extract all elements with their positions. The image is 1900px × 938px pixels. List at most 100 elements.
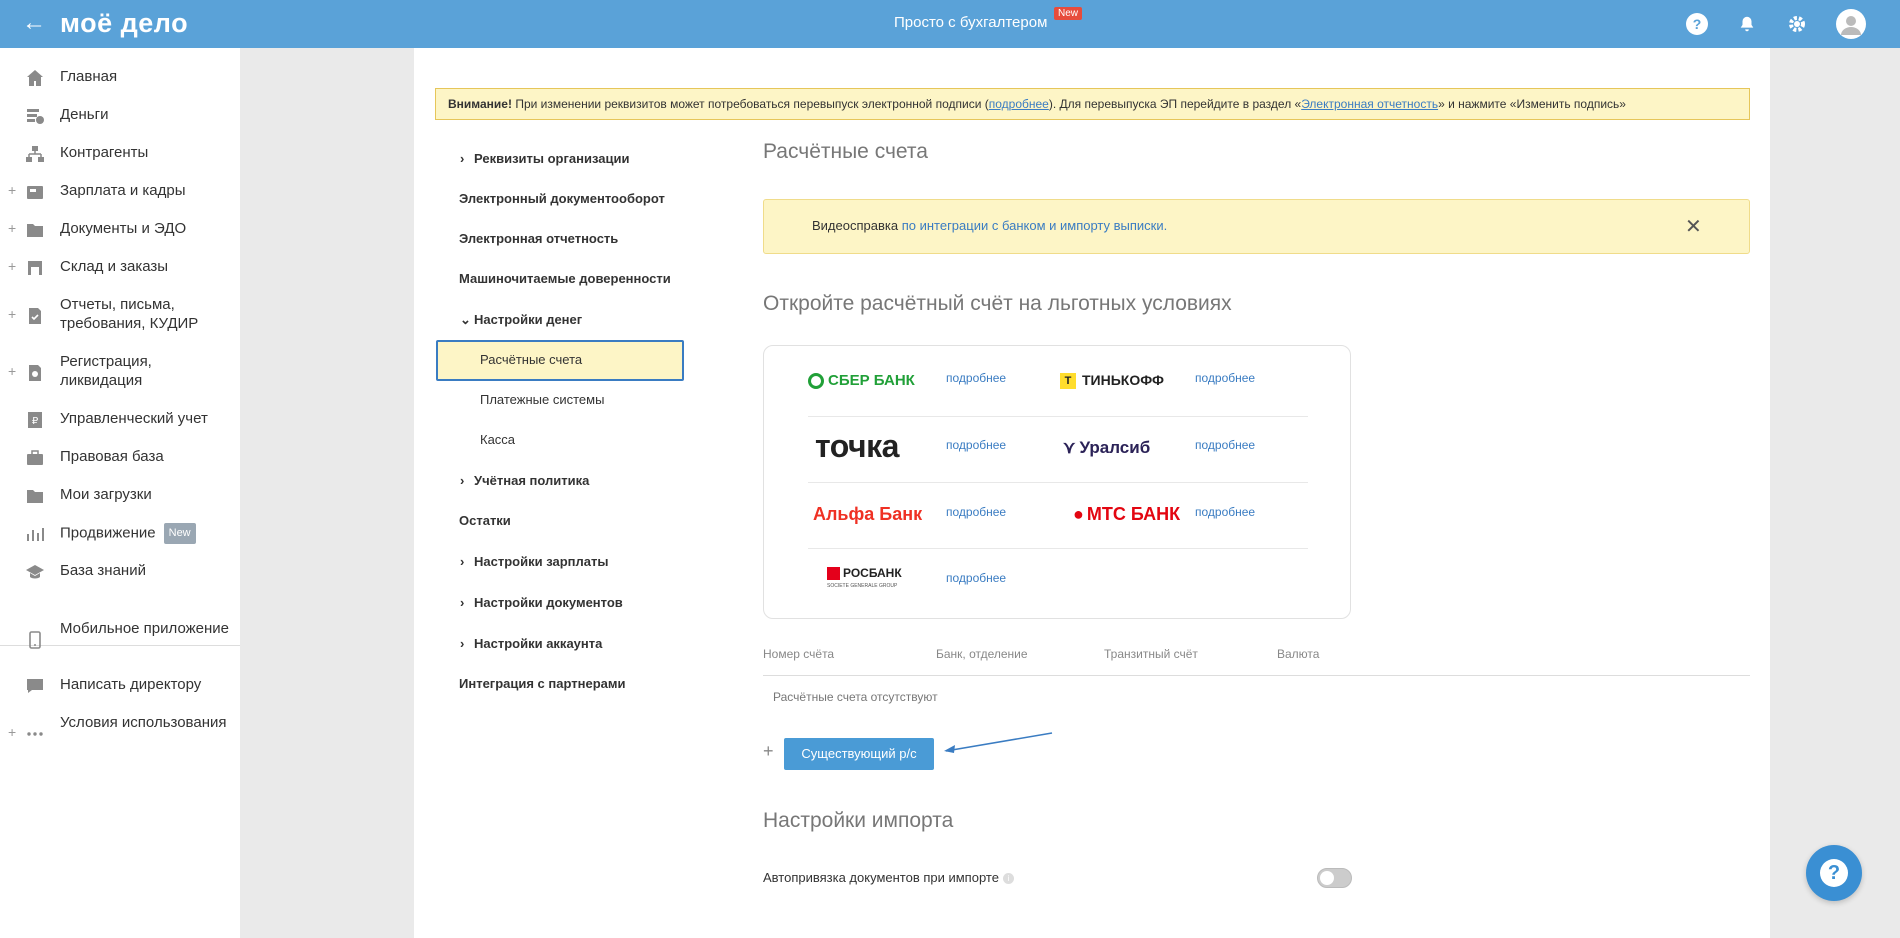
col-transit-account: Транзитный счёт bbox=[1104, 647, 1198, 661]
graduation-icon bbox=[26, 565, 44, 579]
sidebar-item-label: Мои загрузки bbox=[60, 486, 152, 503]
warehouse-icon bbox=[28, 261, 42, 275]
ruble-doc-icon: ₽ bbox=[28, 412, 42, 428]
nav-salary-settings[interactable]: › Настройки зарплаты bbox=[460, 554, 608, 569]
info-icon[interactable]: i bbox=[1002, 873, 1014, 885]
nav-bank-accounts[interactable]: Расчётные счета bbox=[480, 352, 582, 367]
chevron-right-icon: › bbox=[460, 554, 465, 569]
registration-icon bbox=[29, 365, 41, 381]
sidebar-item-label: Продвижение New bbox=[60, 523, 235, 544]
nav-edo[interactable]: Электронный документооборот bbox=[459, 191, 665, 206]
promo-title: Откройте расчётный счёт на льготных усло… bbox=[763, 292, 1232, 315]
alfa-logo: Альфа Банк bbox=[813, 504, 923, 524]
nav-mchd[interactable]: Машиночитаемые доверенности bbox=[459, 271, 671, 286]
sidebar-item-label: Мобильное приложение bbox=[60, 620, 229, 637]
expand-plus-icon[interactable]: + bbox=[8, 258, 16, 274]
page-title: Расчётные счета bbox=[763, 140, 928, 163]
nav-document-settings[interactable]: › Настройки документов bbox=[460, 595, 623, 610]
col-currency: Валюта bbox=[1277, 647, 1320, 661]
sidebar: Главная Деньги Контрагенты + Зарплата и … bbox=[0, 48, 240, 938]
expand-plus-icon[interactable]: + bbox=[8, 182, 16, 198]
warning-text: При изменении реквизитов может потребова… bbox=[511, 97, 989, 111]
nav-balances[interactable]: Остатки bbox=[459, 513, 511, 528]
video-help-text: Видеосправка по интеграции с банком и им… bbox=[812, 218, 1168, 233]
nav-cash[interactable]: Касса bbox=[480, 432, 515, 447]
chevron-right-icon: › bbox=[460, 151, 465, 166]
expand-plus-icon[interactable]: + bbox=[8, 363, 16, 379]
sber-more-link[interactable]: подробнее bbox=[946, 371, 1006, 385]
alfa-more-link[interactable]: подробнее bbox=[946, 505, 1006, 519]
chevron-right-icon: › bbox=[460, 473, 465, 488]
arrow-annotation-icon bbox=[944, 732, 1053, 753]
divider bbox=[808, 416, 1308, 417]
nav-accounting-policy[interactable]: › Учётная политика bbox=[460, 473, 589, 488]
video-help-banner: Видеосправка по интеграции с банком и им… bbox=[763, 199, 1750, 254]
help-floating-button[interactable]: ? bbox=[1806, 845, 1862, 901]
nav-account-settings[interactable]: › Настройки аккаунта bbox=[460, 636, 602, 651]
nav-money-settings[interactable]: ⌄ Настройки денег bbox=[460, 312, 582, 328]
sidebar-item-label: Склад и заказы bbox=[60, 258, 169, 275]
warning-bold: Внимание! bbox=[448, 97, 512, 111]
chevron-right-icon: › bbox=[460, 595, 465, 610]
sidebar-item-label: Контрагенты bbox=[60, 144, 149, 161]
briefcase-icon bbox=[27, 450, 43, 465]
expand-plus-icon[interactable]: + bbox=[8, 306, 16, 322]
close-icon[interactable]: ✕ bbox=[1685, 214, 1702, 239]
sidebar-item-label: Правовая база bbox=[60, 448, 164, 465]
new-badge: New bbox=[1054, 7, 1083, 20]
plus-icon[interactable]: + bbox=[763, 741, 774, 762]
uralsib-more-link[interactable]: подробнее bbox=[1195, 438, 1255, 452]
col-bank-branch: Банк, отделение bbox=[936, 647, 1028, 661]
details-link[interactable]: подробнее bbox=[989, 97, 1049, 111]
warning-text: ). Для перевыпуска ЭП перейдите в раздел… bbox=[1048, 97, 1302, 111]
sidebar-item-label: Отчеты, письма, требования, КУДИР bbox=[60, 296, 199, 332]
col-account-number: Номер счёта bbox=[763, 647, 835, 661]
gear-icon[interactable] bbox=[1786, 13, 1808, 35]
folder-icon bbox=[27, 490, 43, 503]
mts-more-link[interactable]: подробнее bbox=[1195, 505, 1255, 519]
tinkoff-logo: T ТИНЬКОФФ bbox=[1060, 372, 1164, 390]
uralsib-logo: ⋎ Уралсиб bbox=[1063, 438, 1151, 457]
home-icon bbox=[27, 70, 43, 86]
import-settings-title: Настройки импорта bbox=[763, 809, 954, 832]
expand-plus-icon[interactable]: + bbox=[8, 724, 16, 740]
salary-icon bbox=[27, 186, 43, 199]
logo[interactable]: моё дело bbox=[60, 8, 188, 39]
tinkoff-more-link[interactable]: подробнее bbox=[1195, 371, 1255, 385]
video-help-link[interactable]: по интеграции с банком и импорту выписки… bbox=[902, 218, 1168, 233]
divider bbox=[808, 548, 1308, 549]
sidebar-item-label: Условия использования bbox=[60, 714, 227, 731]
avatar-icon[interactable] bbox=[1836, 9, 1866, 39]
mobile-icon bbox=[29, 631, 41, 649]
money-icon bbox=[27, 109, 44, 124]
sber-logo: СБЕР БАНК bbox=[808, 372, 915, 390]
rosbank-more-link[interactable]: подробнее bbox=[946, 571, 1006, 585]
e-reporting-link[interactable]: Электронная отчетность bbox=[1301, 97, 1438, 111]
help-icon[interactable]: ? bbox=[1686, 13, 1708, 35]
sidebar-item-label: Регистрация, ликвидация bbox=[60, 353, 152, 389]
empty-accounts-text: Расчётные счета отсутствуют bbox=[773, 690, 938, 704]
chart-icon bbox=[27, 528, 44, 541]
nav-e-reporting[interactable]: Электронная отчетность bbox=[459, 231, 618, 246]
chevron-right-icon: › bbox=[460, 636, 465, 651]
chat-icon bbox=[27, 679, 43, 693]
table-header-divider bbox=[763, 675, 1750, 676]
sidebar-item-label: Документы и ЭДО bbox=[60, 220, 187, 237]
divider bbox=[808, 482, 1308, 483]
autolink-toggle[interactable] bbox=[1317, 868, 1352, 888]
add-existing-account-button[interactable]: Существующий р/с bbox=[784, 738, 934, 770]
warning-banner: Внимание! При изменении реквизитов может… bbox=[435, 88, 1750, 120]
back-arrow-icon[interactable]: ← bbox=[22, 10, 46, 36]
sidebar-item-label: Написать директору bbox=[60, 676, 202, 693]
header-title[interactable]: Просто с бухгалтером bbox=[894, 14, 1047, 31]
tochka-more-link[interactable]: подробнее bbox=[946, 438, 1006, 452]
nav-partner-integration[interactable]: Интеграция с партнерами bbox=[459, 676, 625, 691]
nav-payment-systems[interactable]: Платежные системы bbox=[480, 392, 604, 407]
bank-offers-card: СБЕР БАНК подробнее T ТИНЬКОФФ подробнее … bbox=[763, 345, 1351, 619]
expand-plus-icon[interactable]: + bbox=[8, 220, 16, 236]
top-bar: ← моё дело Просто с бухгалтером New ? bbox=[0, 0, 1900, 48]
rosbank-logo: РОСБАНК SOCIETE GENERALE GROUP bbox=[827, 566, 902, 590]
org-icon bbox=[26, 146, 44, 162]
bell-icon[interactable] bbox=[1736, 13, 1758, 35]
nav-requisites[interactable]: › Реквизиты организации bbox=[460, 151, 629, 166]
